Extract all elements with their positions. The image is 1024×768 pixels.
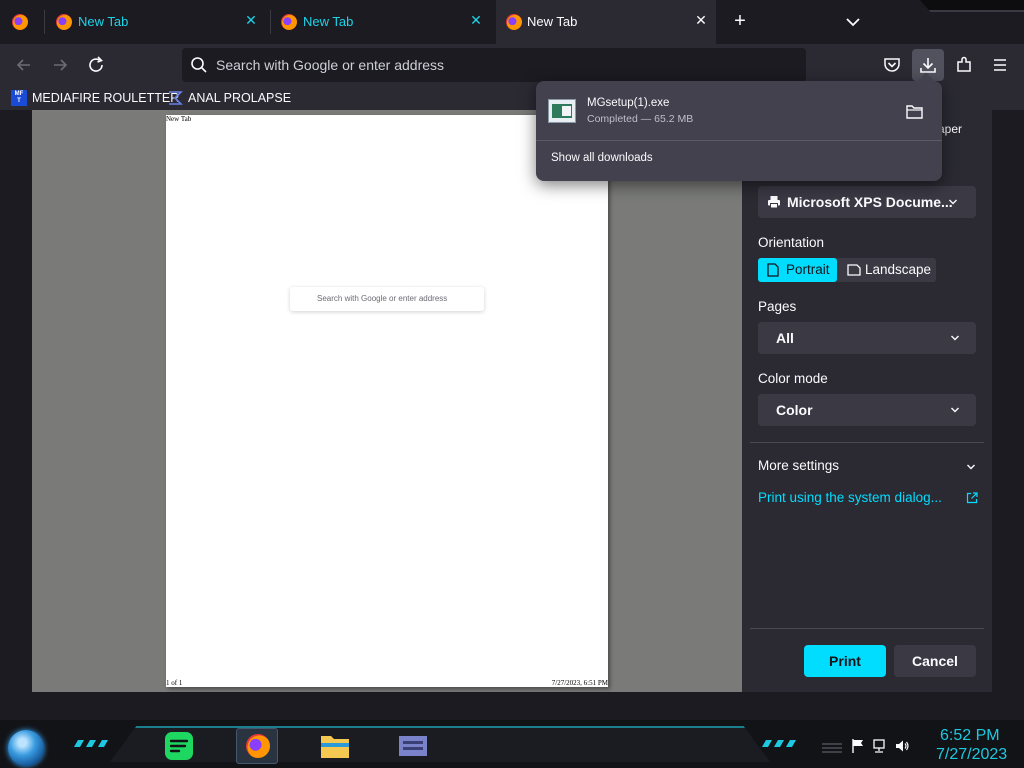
portrait-option[interactable]: Portrait [758, 258, 837, 282]
pages-label: Pages [758, 299, 797, 314]
print-settings-panel: aper Microsoft XPS Docume... Orientation… [742, 110, 992, 692]
navigation-toolbar [0, 44, 1024, 86]
taskbar-frame [110, 726, 770, 762]
firefox-taskbar-button[interactable] [236, 728, 278, 764]
portrait-icon [767, 263, 779, 277]
pocket-icon[interactable] [882, 55, 902, 75]
preview-search-box: Search with Google or enter address [290, 287, 484, 311]
download-icon [920, 58, 936, 73]
color-mode-value: Color [776, 402, 813, 418]
system-tray [850, 738, 910, 756]
divider [750, 628, 984, 629]
taskbar-stripes [822, 743, 842, 753]
back-arrow-icon[interactable] [14, 55, 34, 75]
clock-date[interactable]: 7/27/2023 [936, 746, 1007, 764]
close-tab-icon[interactable]: ✕ [694, 13, 708, 27]
page-footer-left: 1 of 1 [166, 679, 183, 687]
action-center-flag-icon[interactable] [850, 738, 866, 754]
extensions-icon[interactable] [954, 55, 974, 75]
firefox-tab-icon [56, 14, 72, 30]
close-tab-icon[interactable]: ✕ [244, 13, 258, 27]
color-mode-select[interactable]: Color [758, 394, 976, 426]
start-button[interactable] [8, 730, 44, 766]
destination-value: Microsoft XPS Docume... [787, 194, 953, 210]
spotify-taskbar-button[interactable] [158, 728, 200, 764]
forward-arrow-icon[interactable] [50, 55, 70, 75]
downloads-panel: MGsetup(1).exe Completed — 65.2 MB Show … [536, 72, 942, 181]
address-input[interactable] [216, 50, 776, 80]
landscape-icon [847, 264, 861, 276]
tab-label: New Tab [527, 14, 578, 29]
bookmark-second[interactable]: ANAL PROLAPSE [167, 89, 291, 107]
more-settings-label: More settings [758, 458, 840, 473]
pages-select[interactable]: All [758, 322, 976, 354]
system-dialog-link[interactable]: Print using the system dialog... [758, 490, 980, 510]
chevron-down-icon [967, 464, 975, 470]
printer-icon [768, 196, 780, 209]
cancel-button[interactable]: Cancel [894, 645, 976, 677]
tab-label: New Tab [303, 14, 354, 29]
landscape-label: Landscape [865, 262, 932, 277]
close-tab-icon[interactable]: ✕ [469, 13, 483, 27]
print-button[interactable]: Print [804, 645, 886, 677]
download-file-name: MGsetup(1).exe [587, 97, 670, 109]
pages-value: All [776, 330, 794, 346]
download-item[interactable]: MGsetup(1).exe Completed — 65.2 MB [544, 89, 934, 135]
firefox-tab-icon [506, 14, 522, 30]
address-bar[interactable] [182, 48, 806, 82]
folder-icon [321, 736, 349, 758]
hamburger-menu-icon[interactable] [990, 55, 1010, 75]
firefox-menu-icon[interactable] [12, 14, 28, 30]
destination-select[interactable]: Microsoft XPS Docume... [758, 186, 976, 218]
landscape-option[interactable]: Landscape [838, 258, 936, 282]
orientation-toggle: Portrait Landscape [758, 258, 936, 282]
preview-page: New Tab Search with Google or enter addr… [166, 115, 608, 687]
bookmark-mediafire[interactable]: MF T MEDIAFIRE ROULETTER [11, 89, 179, 107]
volume-icon[interactable] [894, 738, 910, 754]
tab-strip: New Tab ✕ New Tab ✕ New Tab ✕ + [0, 0, 1024, 44]
portrait-label: Portrait [786, 262, 830, 277]
external-link-icon [966, 492, 978, 504]
window-frame-decoration [920, 0, 1024, 12]
page-footer-right: 7/27/2023, 6:51 PM [551, 679, 608, 687]
search-icon [191, 57, 207, 73]
new-tab-button[interactable]: + [728, 10, 752, 34]
chevron-down-icon [949, 199, 957, 205]
app-taskbar-button[interactable] [392, 728, 434, 764]
orientation-label: Orientation [758, 235, 825, 250]
chevron-down-icon [951, 407, 959, 413]
tab-1[interactable]: New Tab ✕ [45, 0, 270, 44]
folder-icon[interactable] [906, 104, 923, 119]
tab-2[interactable]: New Tab ✕ [270, 0, 495, 44]
sigma-icon [169, 91, 183, 105]
divider [750, 442, 984, 443]
show-all-downloads-link[interactable]: Show all downloads [551, 152, 653, 164]
tab-3[interactable]: New Tab ✕ [496, 0, 716, 44]
page-header-text: New Tab [166, 115, 192, 123]
taskbar-decoration [74, 740, 108, 747]
tab-label: New Tab [78, 14, 129, 29]
content-area: New Tab Search with Google or enter addr… [0, 110, 1024, 720]
taskbar-decoration [762, 740, 796, 747]
download-status: Completed — 65.2 MB [587, 113, 694, 125]
file-explorer-taskbar-button[interactable] [314, 728, 356, 764]
chevron-down-icon [951, 335, 959, 341]
spotify-icon [165, 732, 193, 760]
color-mode-label: Color mode [758, 371, 828, 386]
window-icon [399, 736, 427, 756]
firefox-tab-icon [281, 14, 297, 30]
more-settings-toggle[interactable]: More settings [758, 458, 978, 478]
bookmark-label: MEDIAFIRE ROULETTER [32, 91, 180, 105]
divider [536, 140, 942, 141]
print-preview-area: New Tab Search with Google or enter addr… [32, 110, 742, 692]
file-icon [548, 99, 576, 123]
chevron-down-icon[interactable] [843, 12, 863, 32]
mft-icon: MF T [11, 90, 27, 106]
network-icon[interactable] [872, 738, 888, 754]
bookmark-label: ANAL PROLAPSE [188, 91, 292, 105]
clock-time[interactable]: 6:52 PM [940, 727, 1000, 745]
system-dialog-label: Print using the system dialog... [758, 490, 942, 505]
firefox-icon [246, 734, 270, 758]
reload-icon[interactable] [86, 55, 106, 75]
